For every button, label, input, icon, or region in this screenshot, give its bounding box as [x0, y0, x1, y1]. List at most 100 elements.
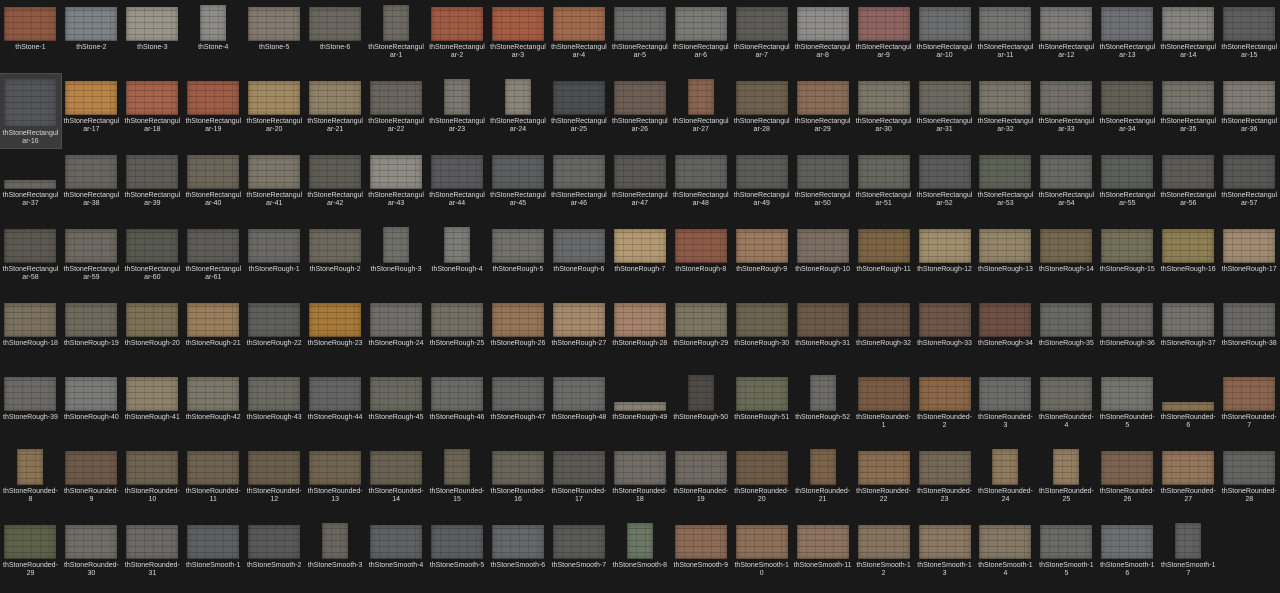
file-tile[interactable]: thStoneRounded-12: [244, 444, 305, 518]
file-tile[interactable]: thStoneRough-34: [975, 296, 1036, 370]
file-tile[interactable]: thStoneSmooth-9: [670, 518, 731, 592]
file-tile[interactable]: thStoneRough-18: [0, 296, 61, 370]
file-tile[interactable]: thStoneRectangular-35: [1158, 74, 1219, 148]
file-tile[interactable]: thStoneRectangular-27: [670, 74, 731, 148]
file-tile[interactable]: thStoneRough-17: [1219, 222, 1280, 296]
file-tile[interactable]: thStoneRough-44: [305, 370, 366, 444]
file-tile[interactable]: thStoneSmooth-15: [1036, 518, 1097, 592]
file-tile[interactable]: thStoneRounded-31: [122, 518, 183, 592]
file-tile[interactable]: thStoneSmooth-10: [731, 518, 792, 592]
file-tile[interactable]: thStoneRectangular-46: [548, 148, 609, 222]
file-tile[interactable]: thStoneSmooth-12: [853, 518, 914, 592]
file-tile[interactable]: thStone-1: [0, 0, 61, 74]
file-tile[interactable]: thStoneRounded-2: [914, 370, 975, 444]
file-tile[interactable]: thStoneRectangular-59: [61, 222, 122, 296]
file-tile[interactable]: thStoneRectangular-47: [609, 148, 670, 222]
file-tile[interactable]: thStoneRounded-28: [1219, 444, 1280, 518]
file-tile[interactable]: thStoneRectangular-49: [731, 148, 792, 222]
file-tile[interactable]: thStoneRectangular-4: [548, 0, 609, 74]
file-tile[interactable]: thStoneRough-38: [1219, 296, 1280, 370]
file-tile[interactable]: thStoneRough-2: [305, 222, 366, 296]
file-tile[interactable]: thStoneRectangular-37: [0, 148, 61, 222]
file-tile[interactable]: thStoneRectangular-57: [1219, 148, 1280, 222]
file-tile[interactable]: thStoneRough-31: [792, 296, 853, 370]
file-tile[interactable]: thStoneRounded-13: [305, 444, 366, 518]
file-tile[interactable]: thStoneRectangular-38: [61, 148, 122, 222]
file-tile[interactable]: thStoneRounded-27: [1158, 444, 1219, 518]
file-tile[interactable]: thStoneRough-8: [670, 222, 731, 296]
file-tile[interactable]: thStoneRectangular-9: [853, 0, 914, 74]
file-tile[interactable]: thStoneRectangular-19: [183, 74, 244, 148]
file-tile[interactable]: thStoneRounded-24: [975, 444, 1036, 518]
file-tile[interactable]: thStoneRectangular-2: [427, 0, 488, 74]
file-tile[interactable]: thStoneRough-45: [366, 370, 427, 444]
file-tile[interactable]: thStoneRounded-18: [609, 444, 670, 518]
file-tile[interactable]: thStone-4: [183, 0, 244, 74]
file-tile[interactable]: thStoneRough-41: [122, 370, 183, 444]
file-tile[interactable]: thStoneRectangular-43: [366, 148, 427, 222]
file-tile[interactable]: thStoneRectangular-8: [792, 0, 853, 74]
file-tile[interactable]: thStoneRectangular-56: [1158, 148, 1219, 222]
file-tile[interactable]: thStoneRough-42: [183, 370, 244, 444]
file-tile[interactable]: thStoneRough-51: [731, 370, 792, 444]
file-tile[interactable]: thStoneRounded-6: [1158, 370, 1219, 444]
file-tile[interactable]: thStoneRough-20: [122, 296, 183, 370]
file-tile[interactable]: thStoneRounded-22: [853, 444, 914, 518]
file-tile[interactable]: thStoneRectangular-52: [914, 148, 975, 222]
file-tile[interactable]: thStoneRough-48: [548, 370, 609, 444]
file-tile[interactable]: thStoneSmooth-1: [183, 518, 244, 592]
file-tile[interactable]: thStoneRectangular-29: [792, 74, 853, 148]
file-tile[interactable]: thStoneRough-21: [183, 296, 244, 370]
file-tile[interactable]: thStoneRectangular-26: [609, 74, 670, 148]
file-tile[interactable]: thStoneRounded-14: [366, 444, 427, 518]
file-tile[interactable]: thStoneRectangular-20: [244, 74, 305, 148]
file-tile[interactable]: thStoneRectangular-33: [1036, 74, 1097, 148]
file-tile[interactable]: thStoneSmooth-13: [914, 518, 975, 592]
file-tile[interactable]: thStoneRectangular-11: [975, 0, 1036, 74]
file-tile[interactable]: thStoneRough-47: [488, 370, 549, 444]
file-tile[interactable]: thStone-6: [305, 0, 366, 74]
file-tile[interactable]: thStoneRounded-21: [792, 444, 853, 518]
file-tile[interactable]: thStoneRectangular-42: [305, 148, 366, 222]
file-tile[interactable]: thStoneRectangular-30: [853, 74, 914, 148]
file-tile[interactable]: thStoneRectangular-18: [122, 74, 183, 148]
file-tile[interactable]: thStoneRounded-26: [1097, 444, 1158, 518]
file-tile[interactable]: thStoneRectangular-1: [366, 0, 427, 74]
file-tile[interactable]: thStoneRectangular-36: [1219, 74, 1280, 148]
file-tile[interactable]: thStoneSmooth-7: [548, 518, 609, 592]
file-tile[interactable]: thStoneRounded-8: [0, 444, 61, 518]
file-tile[interactable]: thStoneRough-52: [792, 370, 853, 444]
file-tile[interactable]: thStoneRounded-23: [914, 444, 975, 518]
file-tile[interactable]: thStoneRough-14: [1036, 222, 1097, 296]
file-tile[interactable]: thStoneRough-24: [366, 296, 427, 370]
file-tile[interactable]: thStoneRough-27: [548, 296, 609, 370]
file-tile[interactable]: thStoneSmooth-8: [609, 518, 670, 592]
file-tile[interactable]: thStoneRough-49: [609, 370, 670, 444]
file-tile[interactable]: thStoneRectangular-23: [427, 74, 488, 148]
file-tile[interactable]: thStoneRounded-1: [853, 370, 914, 444]
file-tile[interactable]: thStoneRectangular-31: [914, 74, 975, 148]
file-tile[interactable]: thStoneRectangular-15: [1219, 0, 1280, 74]
file-tile[interactable]: thStoneRough-23: [305, 296, 366, 370]
file-tile[interactable]: thStoneRough-7: [609, 222, 670, 296]
file-tile[interactable]: thStoneRectangular-41: [244, 148, 305, 222]
file-tile[interactable]: thStoneSmooth-4: [366, 518, 427, 592]
file-tile[interactable]: thStoneRounded-10: [122, 444, 183, 518]
file-tile[interactable]: thStoneRough-35: [1036, 296, 1097, 370]
file-tile[interactable]: thStoneRough-16: [1158, 222, 1219, 296]
file-tile[interactable]: thStoneRectangular-6: [670, 0, 731, 74]
file-tile[interactable]: thStoneRectangular-61: [183, 222, 244, 296]
file-tile[interactable]: thStone-3: [122, 0, 183, 74]
file-tile[interactable]: thStoneRectangular-24: [488, 74, 549, 148]
file-tile[interactable]: thStoneRough-25: [427, 296, 488, 370]
file-tile[interactable]: thStoneSmooth-14: [975, 518, 1036, 592]
file-tile[interactable]: thStoneRough-13: [975, 222, 1036, 296]
file-tile[interactable]: thStoneRough-43: [244, 370, 305, 444]
file-tile[interactable]: thStoneRounded-15: [427, 444, 488, 518]
file-tile[interactable]: thStoneRough-15: [1097, 222, 1158, 296]
file-tile[interactable]: thStone-5: [244, 0, 305, 74]
file-tile[interactable]: thStoneRough-6: [548, 222, 609, 296]
file-tile[interactable]: thStoneRectangular-32: [975, 74, 1036, 148]
file-tile[interactable]: thStoneRough-26: [488, 296, 549, 370]
file-tile[interactable]: thStoneRough-9: [731, 222, 792, 296]
